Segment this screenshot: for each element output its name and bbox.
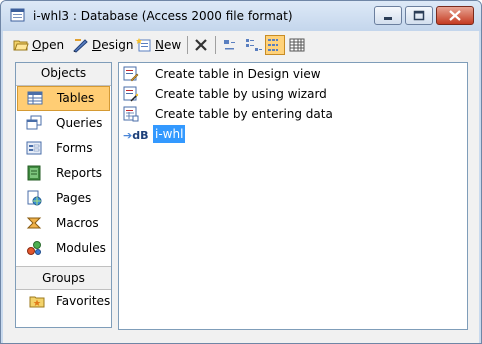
table-icon [27,90,43,106]
database-window: i-whl3 : Database (Access 2000 file form… [0,0,482,344]
sidebar-item-forms[interactable]: Forms [16,136,111,161]
close-icon [449,10,461,21]
favorites-label: Favorites [56,294,111,308]
create-wizard-icon [123,86,139,102]
sidebar-item-reports[interactable]: Reports [16,161,111,186]
sidebar-item-label: Tables [57,91,95,105]
create-design-icon [123,66,139,82]
open-button[interactable]: Open [13,34,64,56]
objects-header[interactable]: Objects [16,63,111,86]
details-view-button[interactable] [287,35,307,55]
list-item-label: Create table by entering data [155,107,333,121]
minimize-icon [384,17,392,20]
sidebar-item-label: Forms [56,141,93,155]
details-view-icon [289,38,305,52]
list-item-label: Create table in Design view [155,67,321,81]
design-label-rest: esign [101,38,134,52]
sidebar-item-label: Queries [56,116,103,130]
database-window-icon [10,7,26,23]
list-view-icon [268,39,278,51]
link-arrow-icon: ➔ [123,129,133,142]
delete-button[interactable] [193,34,212,56]
list-item-label: Create table by using wizard [155,87,327,101]
large-icons-view-button[interactable] [221,35,241,55]
sidebar-item-label: Modules [56,241,106,255]
create-datasheet-icon [123,106,139,122]
minimize-button[interactable] [374,6,402,25]
design-icon [73,37,89,53]
form-icon [26,140,42,156]
new-icon [136,37,152,53]
open-icon [13,37,29,53]
toolbar-separator-2 [215,36,216,54]
new-accel: N [155,38,164,52]
page-icon [26,190,42,206]
title-bar[interactable]: i-whl3 : Database (Access 2000 file form… [1,1,481,31]
design-button[interactable]: Design [73,34,133,56]
window-title: i-whl3 : Database (Access 2000 file form… [33,9,293,23]
large-icons-view-icon [224,40,235,50]
delete-icon [193,37,209,53]
list-item-label: i-whl [153,125,186,143]
sidebar-item-label: Reports [56,166,103,180]
maximize-button[interactable] [405,6,433,25]
design-accel: D [92,38,102,52]
objects-bar: Objects Tables Queries Forms Reports Pag… [15,62,112,328]
sidebar-item-label: Pages [56,191,92,205]
close-button[interactable] [436,6,474,25]
sidebar-item-tables[interactable]: Tables [17,86,110,111]
new-label-rest: ew [163,38,182,52]
groups-header[interactable]: Groups [16,266,111,290]
linked-table-icon-text: dB [132,129,149,142]
small-icons-view-icon [246,39,262,51]
sidebar-item-pages[interactable]: Pages [16,186,111,211]
report-icon [26,165,42,181]
sidebar-item-macros[interactable]: Macros [16,211,111,236]
sidebar-item-favorites[interactable]: Favorites [16,289,111,314]
module-icon [26,240,42,256]
sidebar-item-modules[interactable]: Modules [16,236,111,261]
toolbar: Open Design New [3,31,479,59]
sidebar-item-queries[interactable]: Queries [16,111,111,136]
object-list: Create table in Design view Create table… [118,62,468,330]
small-icons-view-button[interactable] [243,35,263,55]
sidebar-item-label: Macros [56,216,99,230]
list-view-button[interactable] [265,35,285,55]
favorites-folder-icon [29,293,45,309]
linked-table-icon: ➔dB [123,126,148,146]
toolbar-separator [187,36,188,54]
query-icon [26,115,42,131]
maximize-icon [413,10,425,21]
open-label-rest: pen [41,38,65,52]
macro-icon [26,215,42,231]
new-button[interactable]: New [136,34,181,56]
